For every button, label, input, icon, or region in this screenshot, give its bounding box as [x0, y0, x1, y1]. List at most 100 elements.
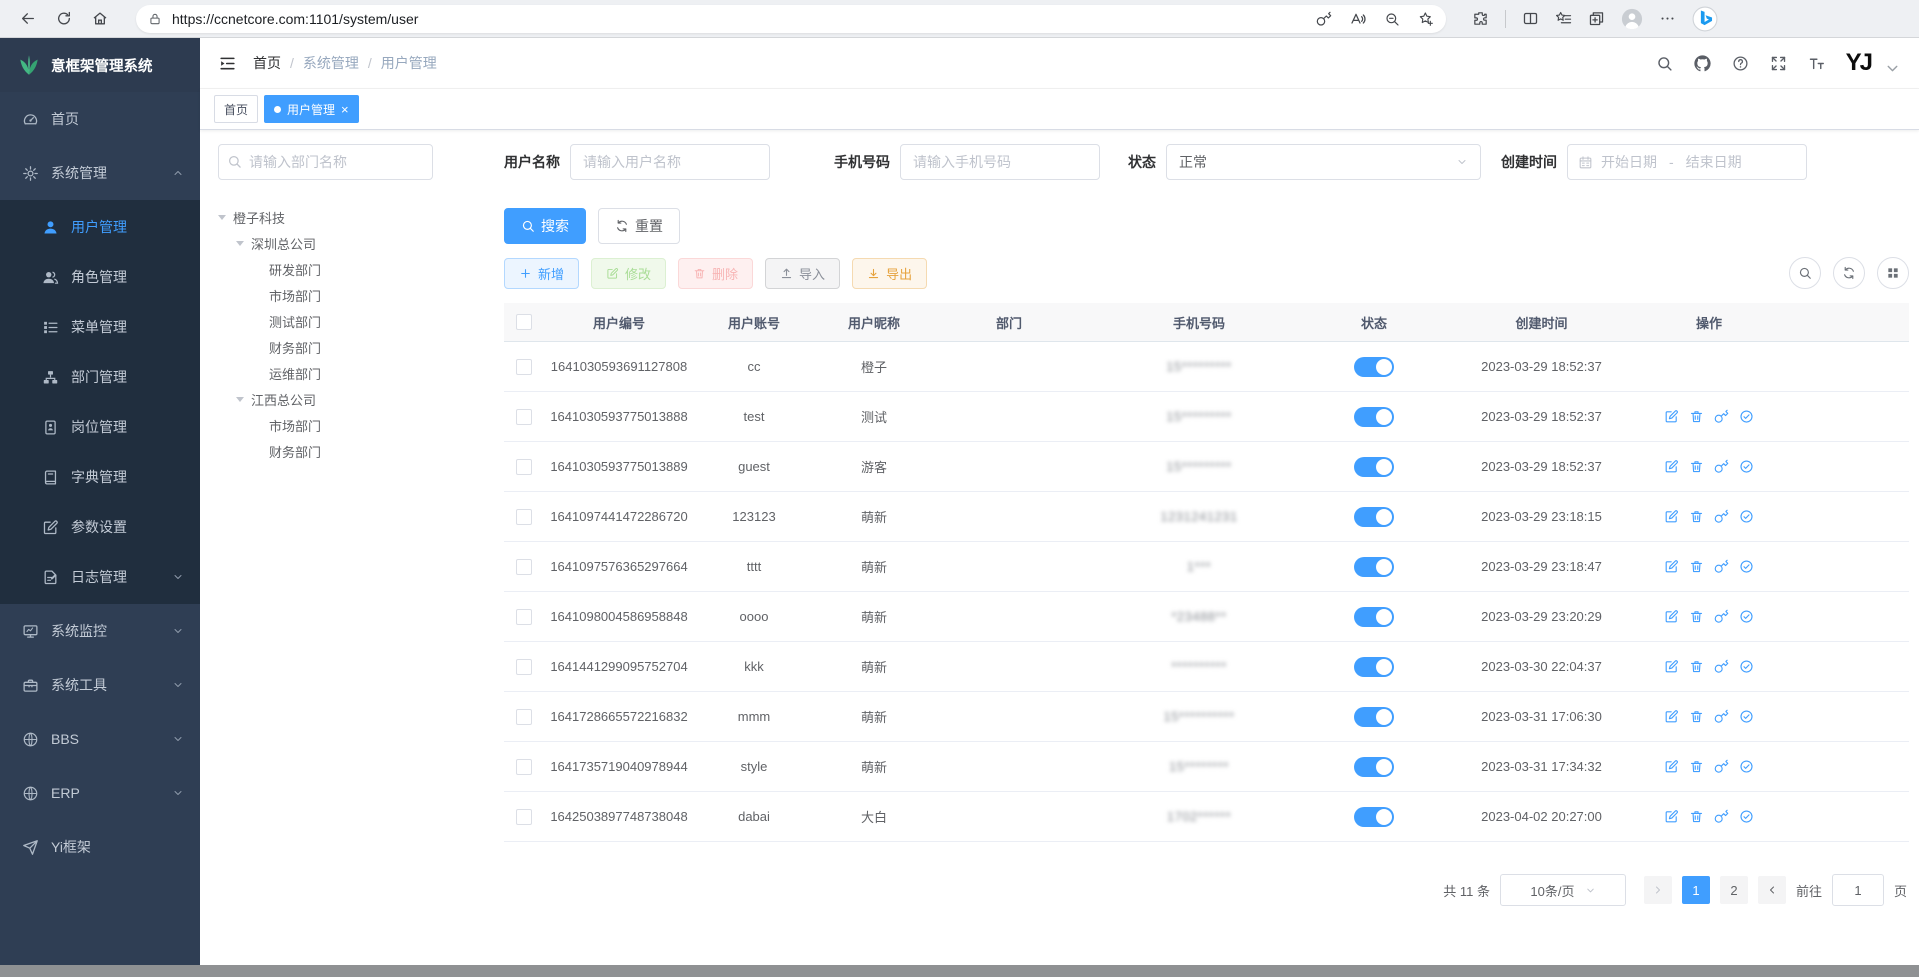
status-toggle[interactable]: [1354, 557, 1394, 577]
tree-node[interactable]: 江西总公司: [218, 386, 490, 412]
sidebar-item-system-monitor[interactable]: 系统监控: [0, 604, 200, 658]
assign-role-icon[interactable]: [1739, 509, 1754, 524]
row-checkbox[interactable]: [516, 709, 532, 725]
edit-row-icon[interactable]: [1664, 409, 1679, 424]
reset-password-icon[interactable]: [1714, 559, 1729, 574]
row-checkbox[interactable]: [516, 559, 532, 575]
delete-row-icon[interactable]: [1689, 809, 1704, 824]
sidebar-item-dept-management[interactable]: 部门管理: [0, 352, 200, 402]
goto-page-input[interactable]: [1832, 874, 1884, 906]
reset-password-icon[interactable]: [1714, 759, 1729, 774]
delete-row-icon[interactable]: [1689, 459, 1704, 474]
assign-role-icon[interactable]: [1739, 759, 1754, 774]
zoom-out-icon[interactable]: [1384, 11, 1400, 27]
edit-row-icon[interactable]: [1664, 509, 1679, 524]
status-toggle[interactable]: [1354, 507, 1394, 527]
sidebar-item-home[interactable]: 首页: [0, 92, 200, 146]
row-checkbox[interactable]: [516, 509, 532, 525]
tree-node[interactable]: 橙子科技: [218, 204, 490, 230]
add-button[interactable]: 新增: [504, 258, 579, 289]
department-search-input[interactable]: [218, 144, 433, 180]
tab-user-management[interactable]: 用户管理×: [264, 95, 359, 123]
page-button-2[interactable]: 2: [1720, 876, 1748, 904]
page-size-select[interactable]: 10条/页: [1500, 874, 1626, 906]
tree-caret-icon[interactable]: [236, 241, 244, 250]
delete-row-icon[interactable]: [1689, 659, 1704, 674]
row-checkbox[interactable]: [516, 759, 532, 775]
page-button-1[interactable]: 1: [1682, 876, 1710, 904]
chevron-down-icon[interactable]: [1884, 60, 1901, 77]
delete-row-icon[interactable]: [1689, 709, 1704, 724]
status-toggle[interactable]: [1354, 607, 1394, 627]
row-checkbox[interactable]: [516, 609, 532, 625]
edit-button[interactable]: 修改: [591, 258, 666, 289]
reset-password-icon[interactable]: [1714, 409, 1729, 424]
export-button[interactable]: 导出: [852, 258, 927, 289]
phone-input[interactable]: [900, 144, 1100, 180]
browser-home-button[interactable]: [86, 5, 114, 33]
read-aloud-icon[interactable]: [1350, 11, 1366, 27]
sidebar-item-user-management[interactable]: 用户管理: [0, 202, 200, 252]
breadcrumb-system[interactable]: 系统管理: [303, 53, 359, 73]
reset-password-icon[interactable]: [1714, 809, 1729, 824]
more-menu-icon[interactable]: [1659, 10, 1676, 27]
sidebar-item-yi-framework[interactable]: Yi框架: [0, 820, 200, 874]
app-logo[interactable]: 意框架管理系统: [0, 38, 200, 92]
select-all-checkbox[interactable]: [516, 314, 532, 330]
reset-password-icon[interactable]: [1714, 509, 1729, 524]
refresh-table-button[interactable]: [1833, 257, 1865, 289]
tree-node[interactable]: 财务部门: [218, 438, 490, 464]
reset-password-icon[interactable]: [1714, 709, 1729, 724]
tree-caret-icon[interactable]: [236, 397, 244, 406]
sidebar-item-role-management[interactable]: 角色管理: [0, 252, 200, 302]
tree-node[interactable]: 运维部门: [218, 360, 490, 386]
split-screen-icon[interactable]: [1522, 10, 1539, 27]
copilot-icon[interactable]: [1692, 6, 1718, 32]
close-icon[interactable]: ×: [341, 103, 349, 116]
status-toggle[interactable]: [1354, 757, 1394, 777]
github-icon[interactable]: [1694, 55, 1711, 72]
assign-role-icon[interactable]: [1739, 609, 1754, 624]
edit-row-icon[interactable]: [1664, 759, 1679, 774]
tree-caret-icon[interactable]: [218, 215, 226, 224]
import-button[interactable]: 导入: [765, 258, 840, 289]
sidebar-item-menu-management[interactable]: 菜单管理: [0, 302, 200, 352]
row-checkbox[interactable]: [516, 409, 532, 425]
delete-row-icon[interactable]: [1689, 409, 1704, 424]
breadcrumb-home[interactable]: 首页: [253, 53, 281, 73]
browser-back-button[interactable]: [14, 5, 42, 33]
tree-node[interactable]: 研发部门: [218, 256, 490, 282]
sidebar-item-dict-management[interactable]: 字典管理: [0, 452, 200, 502]
font-size-icon[interactable]: [1808, 55, 1825, 72]
delete-row-icon[interactable]: [1689, 759, 1704, 774]
browser-refresh-button[interactable]: [50, 5, 78, 33]
status-toggle[interactable]: [1354, 807, 1394, 827]
assign-role-icon[interactable]: [1739, 709, 1754, 724]
row-checkbox[interactable]: [516, 459, 532, 475]
sidebar-item-log-management[interactable]: 日志管理: [0, 552, 200, 602]
edit-row-icon[interactable]: [1664, 659, 1679, 674]
delete-button[interactable]: 删除: [678, 258, 753, 289]
tree-node[interactable]: 市场部门: [218, 282, 490, 308]
delete-row-icon[interactable]: [1689, 609, 1704, 624]
tab-home[interactable]: 首页: [214, 95, 258, 123]
tree-node[interactable]: 财务部门: [218, 334, 490, 360]
edit-row-icon[interactable]: [1664, 709, 1679, 724]
favorites-bar-icon[interactable]: [1555, 10, 1572, 27]
prev-page-button[interactable]: [1644, 876, 1672, 904]
sidebar-item-system-management[interactable]: 系统管理: [0, 146, 200, 200]
status-toggle[interactable]: [1354, 357, 1394, 377]
date-range-picker[interactable]: 开始日期 - 结束日期: [1567, 144, 1807, 180]
collections-icon[interactable]: [1588, 10, 1605, 27]
assign-role-icon[interactable]: [1739, 659, 1754, 674]
reset-button[interactable]: 重置: [598, 208, 680, 244]
sidebar-item-post-management[interactable]: 岗位管理: [0, 402, 200, 452]
next-page-button[interactable]: [1758, 876, 1786, 904]
delete-row-icon[interactable]: [1689, 509, 1704, 524]
reset-password-icon[interactable]: [1714, 459, 1729, 474]
assign-role-icon[interactable]: [1739, 559, 1754, 574]
sidebar-item-bbs[interactable]: BBS: [0, 712, 200, 766]
row-checkbox[interactable]: [516, 359, 532, 375]
tree-node[interactable]: 市场部门: [218, 412, 490, 438]
delete-row-icon[interactable]: [1689, 559, 1704, 574]
